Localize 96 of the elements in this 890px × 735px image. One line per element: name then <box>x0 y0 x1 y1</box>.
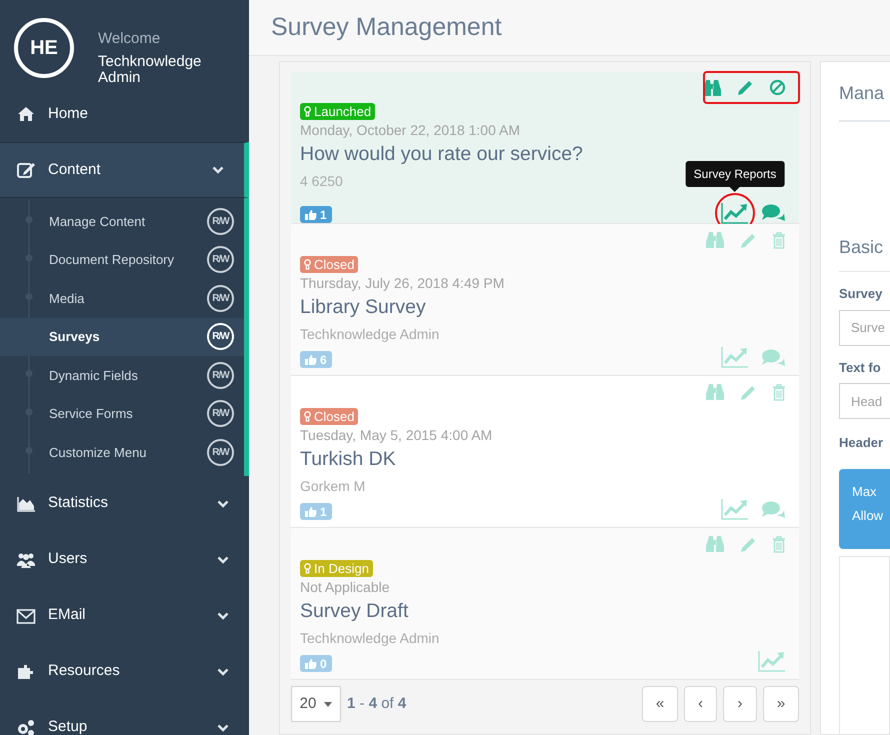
input-field[interactable]: Surve <box>839 310 890 346</box>
chevron-down-icon[interactable] <box>217 668 229 676</box>
chevron-down-icon[interactable] <box>217 724 229 732</box>
editor-area[interactable] <box>839 556 890 734</box>
caret-down-icon <box>324 702 332 706</box>
survey-card[interactable]: Closed Thursday, July 26, 2018 4:49 PM Library Survey Techknowledge Admin 6 <box>291 224 799 376</box>
submenu-item[interactable]: Service Forms R/W <box>0 394 244 433</box>
page-size-select[interactable]: 20 <box>291 686 341 722</box>
field-label: Text fo <box>839 358 881 376</box>
pencil-icon[interactable] <box>740 232 757 248</box>
survey-title[interactable]: Turkish DK <box>300 447 396 471</box>
pencil-icon[interactable] <box>737 79 754 96</box>
status-badge: Closed <box>300 408 358 425</box>
survey-card[interactable]: Launched Monday, October 22, 2018 1:00 AM How would you rate our service? 4 6250 1 Survey Reports <box>291 72 799 224</box>
access-badge: R/W <box>207 284 234 312</box>
pencil-icon[interactable] <box>740 384 757 400</box>
info-text: Max <box>852 482 877 500</box>
chevron-down-icon[interactable] <box>212 166 224 174</box>
chevron-down-icon[interactable] <box>217 500 229 508</box>
field-label: Header <box>839 434 884 452</box>
trash-icon[interactable] <box>772 384 786 400</box>
access-badge: R/W <box>207 400 234 428</box>
lightbulb-icon <box>304 259 311 270</box>
thumbs-up-icon <box>305 506 317 517</box>
panel-heading: Mana <box>839 83 884 103</box>
access-badge: R/W <box>207 362 234 389</box>
submenu-item[interactable]: Dynamic Fields R/W <box>0 356 244 394</box>
status-badge: Launched <box>300 103 376 120</box>
avatar: HE <box>14 18 74 78</box>
status-badge: Closed <box>300 256 358 273</box>
pager-button[interactable]: ‹ <box>684 686 717 722</box>
nav-item[interactable]: Statistics <box>0 476 249 532</box>
survey-author: Techknowledge Admin <box>300 629 440 647</box>
survey-card[interactable]: In Design Not Applicable Survey Draft Techknowledge Admin 0 <box>291 528 799 680</box>
page-title: Survey Management <box>271 12 502 43</box>
access-badge: R/W <box>207 208 234 235</box>
survey-title[interactable]: Survey Draft <box>300 599 408 623</box>
thumbs-up-icon <box>305 354 317 365</box>
speech-bubbles-icon[interactable] <box>761 348 786 368</box>
access-badge: R/W <box>207 246 234 274</box>
submenu-item[interactable]: Surveys R/W <box>0 318 244 356</box>
trash-icon[interactable] <box>772 536 786 552</box>
ban-icon[interactable] <box>769 79 786 96</box>
nav-item[interactable]: EMail <box>0 588 249 644</box>
input-field[interactable]: Head <box>839 383 890 419</box>
page-range: 1 - 4 of 4 <box>347 694 408 714</box>
tooltip: Survey Reports <box>686 161 784 192</box>
submenu-item[interactable]: Media R/W <box>0 279 244 318</box>
pager-button[interactable]: » <box>763 686 799 722</box>
lightbulb-icon <box>304 563 311 574</box>
submenu-item[interactable]: Document Repository R/W <box>0 240 244 279</box>
chevron-down-icon[interactable] <box>217 556 229 564</box>
speech-bubbles-icon[interactable] <box>761 203 786 223</box>
survey-author: Techknowledge Admin <box>300 325 440 343</box>
nav-item[interactable]: Content <box>0 142 249 198</box>
chevron-down-icon[interactable] <box>217 612 229 620</box>
thumbs-up-icon <box>305 658 317 669</box>
likes-badge: 0 <box>300 655 332 672</box>
access-badge: R/W <box>207 438 234 466</box>
survey-date: Not Applicable <box>300 578 390 596</box>
likes-badge: 1 <box>300 503 332 520</box>
nav-item[interactable]: Home <box>0 86 249 142</box>
user-name: Techknowledge Admin <box>98 54 202 86</box>
home-icon <box>16 104 36 124</box>
trash-icon[interactable] <box>772 232 786 248</box>
survey-title[interactable]: Library Survey <box>300 295 426 319</box>
survey-author: 4 6250 <box>300 172 343 190</box>
line-chart-icon[interactable] <box>721 202 749 224</box>
section-heading: Basic <box>839 237 884 257</box>
survey-card[interactable]: Closed Tuesday, May 5, 2015 4:00 AM Turkish DK Gorkem M 1 <box>291 376 799 528</box>
nav-item[interactable]: Users <box>0 532 249 588</box>
access-badge: R/W <box>207 323 234 350</box>
field-label: Survey <box>839 285 882 303</box>
pencil-icon[interactable] <box>740 536 757 552</box>
survey-title[interactable]: How would you rate our service? <box>300 142 583 166</box>
edit-icon <box>16 160 36 180</box>
likes-badge: 1 <box>300 206 332 223</box>
survey-date: Tuesday, May 5, 2015 4:00 AM <box>300 426 492 444</box>
nav-item[interactable]: Setup <box>0 700 249 735</box>
status-badge: In Design <box>300 560 373 577</box>
survey-author: Gorkem M <box>300 477 366 495</box>
survey-date: Thursday, July 26, 2018 4:49 PM <box>300 274 504 292</box>
pager-button[interactable]: « <box>642 686 678 722</box>
nav-item[interactable]: Resources <box>0 644 249 700</box>
likes-badge: 6 <box>300 351 332 368</box>
lightbulb-icon <box>304 106 311 117</box>
submenu-item[interactable]: Manage Content R/W <box>0 202 244 240</box>
survey-date: Monday, October 22, 2018 1:00 AM <box>300 121 520 139</box>
welcome-text: Welcome <box>98 30 162 48</box>
info-text: Allow <box>852 506 884 524</box>
speech-bubbles-icon[interactable] <box>761 500 786 520</box>
binoculars-icon[interactable] <box>702 78 722 96</box>
thumbs-up-icon <box>305 209 317 220</box>
pager-button[interactable]: › <box>723 686 757 722</box>
submenu-item[interactable]: Customize Menu R/W <box>0 433 244 472</box>
lightbulb-icon <box>304 411 311 422</box>
